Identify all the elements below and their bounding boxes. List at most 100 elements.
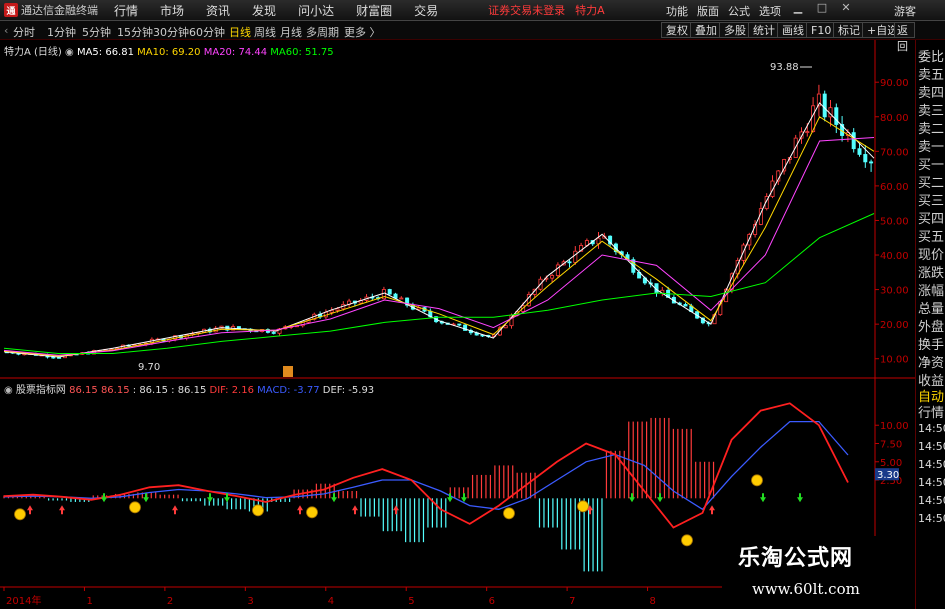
period-more[interactable]: 更多 〉 xyxy=(344,24,381,40)
indicator-v2: 86.15 xyxy=(100,385,130,396)
rp-net-assets[interactable]: 净资 xyxy=(918,352,945,371)
period-60min[interactable]: 60分钟 xyxy=(189,24,225,40)
rp-change[interactable]: 涨跌 xyxy=(918,262,945,281)
rp-price[interactable]: 现价 xyxy=(918,244,945,263)
watermark-title: 乐淘公式网 xyxy=(738,546,854,571)
period-monthly[interactable]: 月线 xyxy=(280,24,302,40)
candle-down xyxy=(822,93,827,118)
down-arrow-icon xyxy=(797,493,803,503)
close-icon[interactable]: ✕ xyxy=(840,2,852,14)
menu-caifuquan[interactable]: 财富圈 xyxy=(356,2,392,19)
draw-line-button[interactable]: 画线 xyxy=(777,22,809,38)
menu-faxian[interactable]: 发现 xyxy=(252,2,276,19)
time-5: 14:50 xyxy=(918,494,945,507)
guest-label[interactable]: 游客 xyxy=(894,3,916,19)
rp-sell4[interactable]: 卖四 xyxy=(918,82,945,101)
rp-buy5[interactable]: 买五 xyxy=(918,226,945,245)
rp-weibi[interactable]: 委比 xyxy=(918,46,945,65)
price-tick-label: 20.00 xyxy=(880,320,909,331)
menu-hangqing[interactable]: 行情 xyxy=(114,2,138,19)
indicator-marker-label: 3.30 xyxy=(877,470,899,481)
menu-zixun[interactable]: 资讯 xyxy=(206,2,230,19)
up-arrow-icon xyxy=(59,505,65,515)
date-tick-label: 4 xyxy=(328,596,334,607)
period-fenshi[interactable]: 分时 xyxy=(13,24,35,40)
minimize-icon[interactable]: ▁ xyxy=(792,2,804,14)
buy-signal-smiley-icon xyxy=(503,507,515,520)
down-arrow-icon xyxy=(143,493,149,503)
rp-buy3[interactable]: 买三 xyxy=(918,190,945,209)
down-arrow-icon xyxy=(657,493,663,503)
up-arrow-icon xyxy=(709,505,715,515)
menu-shichang[interactable]: 市场 xyxy=(160,2,184,19)
rp-sell3[interactable]: 卖三 xyxy=(918,100,945,119)
candle-down xyxy=(271,332,276,334)
indicator-v3: : 86.15 xyxy=(132,385,168,396)
up-arrow-icon xyxy=(352,505,358,515)
period-15min[interactable]: 15分钟 xyxy=(117,24,153,40)
indicator-header: ◉ 股票指标网 86.15 86.15 : 86.15 : 86.15 DIF:… xyxy=(4,381,374,396)
candle-up xyxy=(805,131,810,134)
fuquan-button[interactable]: 复权 xyxy=(661,22,693,38)
date-tick-label: 2014年 xyxy=(6,594,41,607)
rp-turnover[interactable]: 换手 xyxy=(918,334,945,353)
candle-down xyxy=(387,289,392,295)
quote-side-panel: 委比 卖五 卖四 卖三 卖二 卖一 买一 买二 买三 买四 买五 现价 涨跌 涨… xyxy=(915,40,945,609)
multi-stock-button[interactable]: 多股 xyxy=(719,22,751,38)
up-arrow-icon xyxy=(297,505,303,515)
dif-label: DIF: 2.16 xyxy=(209,385,254,396)
rp-volume[interactable]: 总量 xyxy=(918,298,945,317)
menu-banmian[interactable]: 版面 xyxy=(697,3,719,19)
price-tick-label: 90.00 xyxy=(880,78,909,89)
login-notice[interactable]: 证券交易未登录 xyxy=(488,2,565,18)
rp-outer[interactable]: 外盘 xyxy=(918,316,945,335)
period-1min[interactable]: 1分钟 xyxy=(47,24,76,40)
menu-xuanxiang[interactable]: 选项 xyxy=(759,3,781,19)
candle-down xyxy=(869,161,874,164)
title-bar: 通 通达信金融终端 行情 市场 资讯 发现 问小达 财富圈 交易 证券交易未登录… xyxy=(0,0,945,21)
ma60-line xyxy=(3,213,875,354)
indicator-settings-icon[interactable]: ◉ xyxy=(4,385,13,396)
candle-down xyxy=(457,323,462,326)
buy-signal-smiley-icon xyxy=(129,501,141,514)
rp-quote[interactable]: 行情 xyxy=(918,402,945,421)
buy-signal-smiley-icon xyxy=(681,534,693,547)
rp-buy4[interactable]: 买四 xyxy=(918,208,945,227)
indicator-v4: : 86.15 xyxy=(171,385,207,396)
stats-button[interactable]: 统计 xyxy=(748,22,780,38)
period-30min[interactable]: 30分钟 xyxy=(153,24,189,40)
kline-chart[interactable]: 90.00 80.00 70.00 60.00 50.00 40.00 30.00 20.00… xyxy=(0,40,915,609)
rp-buy1[interactable]: 买一 xyxy=(918,154,945,173)
period-weekly[interactable]: 周线 xyxy=(254,24,276,40)
rp-sell1[interactable]: 卖一 xyxy=(918,136,945,155)
f10-button[interactable]: F10 xyxy=(806,22,837,38)
buy-signal-smiley-icon xyxy=(751,474,763,487)
buy-signal-smiley-icon xyxy=(14,508,26,521)
period-5min[interactable]: 5分钟 xyxy=(82,24,111,40)
date-tick-label: 8 xyxy=(650,596,656,607)
buy-signal-smiley-icon xyxy=(577,500,589,513)
down-arrow-icon xyxy=(760,493,766,503)
rp-sell2[interactable]: 卖二 xyxy=(918,118,945,137)
maximize-icon[interactable]: □ xyxy=(816,2,828,14)
high-price-label: 93.88 xyxy=(770,62,799,73)
up-arrow-icon xyxy=(27,505,33,515)
rp-change-pct[interactable]: 涨幅 xyxy=(918,280,945,299)
period-daily[interactable]: 日线 xyxy=(229,24,251,40)
overlay-button[interactable]: 叠加 xyxy=(690,22,722,38)
rp-buy2[interactable]: 买二 xyxy=(918,172,945,191)
menu-wenxiaoda[interactable]: 问小达 xyxy=(298,2,334,19)
menu-jiaoyi[interactable]: 交易 xyxy=(414,2,438,19)
mark-button[interactable]: 标记 xyxy=(833,22,865,38)
menu-gongneng[interactable]: 功能 xyxy=(666,3,688,19)
menu-gongshi[interactable]: 公式 xyxy=(728,3,750,19)
up-arrow-icon xyxy=(172,505,178,515)
ma5-line xyxy=(3,102,875,358)
period-multi[interactable]: 多周期 xyxy=(306,24,339,40)
period-bar: ‹ 分时 1分钟 5分钟 15分钟 30分钟 60分钟 日线 周线 月线 多周期… xyxy=(0,21,945,53)
back-button[interactable]: 返回 xyxy=(894,22,915,53)
buy-signal-smiley-icon xyxy=(252,504,264,517)
rp-sell5[interactable]: 卖五 xyxy=(918,64,945,83)
date-tick-label: 7 xyxy=(569,596,575,607)
collapse-icon[interactable]: ‹ xyxy=(4,24,8,37)
